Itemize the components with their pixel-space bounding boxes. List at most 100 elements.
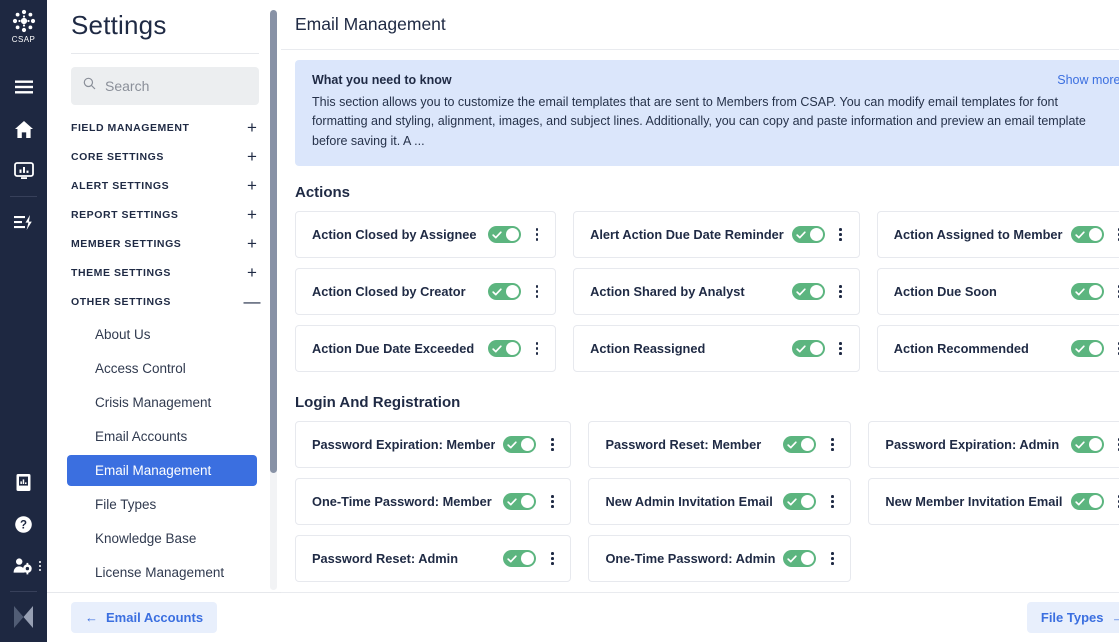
template-enabled-toggle[interactable] <box>488 340 521 357</box>
more-options-icon[interactable] <box>833 224 849 246</box>
template-card[interactable]: Action Closed by Assignee <box>295 211 556 258</box>
sidebar-group-field-management[interactable]: FIELD MANAGEMENT + <box>47 113 281 142</box>
template-card[interactable]: Action Assigned to Member <box>877 211 1119 258</box>
plus-icon[interactable]: + <box>245 206 259 223</box>
app-logo[interactable]: CSAP <box>11 8 37 44</box>
more-options-icon[interactable] <box>529 281 545 303</box>
template-enabled-toggle[interactable] <box>783 493 816 510</box>
template-card[interactable]: New Member Invitation Email <box>868 478 1119 525</box>
template-enabled-toggle[interactable] <box>792 340 825 357</box>
template-enabled-toggle[interactable] <box>1071 283 1104 300</box>
template-enabled-toggle[interactable] <box>488 226 521 243</box>
more-options-icon[interactable] <box>529 338 545 360</box>
user-settings-more-icon[interactable] <box>39 561 41 571</box>
template-card[interactable]: Password Reset: Member <box>588 421 851 468</box>
more-options-icon[interactable] <box>824 491 840 513</box>
template-card[interactable]: One-Time Password: Admin <box>588 535 851 582</box>
sidebar-group-theme-settings[interactable]: THEME SETTINGS + <box>47 258 281 287</box>
template-enabled-toggle[interactable] <box>783 436 816 453</box>
more-options-icon[interactable] <box>1112 224 1119 246</box>
template-card-label: Action Due Date Exceeded <box>312 341 480 356</box>
more-options-icon[interactable] <box>544 491 560 513</box>
toggle-knob <box>1089 342 1102 355</box>
more-options-icon[interactable] <box>833 338 849 360</box>
toggle-knob <box>506 342 519 355</box>
template-card-label: One-Time Password: Admin <box>605 551 775 566</box>
template-card[interactable]: Action Due Date Exceeded <box>295 325 556 372</box>
template-card[interactable]: One-Time Password: Member <box>295 478 571 525</box>
template-card[interactable]: Password Expiration: Admin <box>868 421 1119 468</box>
more-options-icon[interactable] <box>833 281 849 303</box>
settings-scrollbar[interactable] <box>270 10 277 590</box>
sidebar-item-crisis-management[interactable]: Crisis Management <box>67 387 257 418</box>
sidebar-item-file-types[interactable]: File Types <box>67 489 257 520</box>
plus-icon[interactable]: + <box>245 119 259 136</box>
sidebar-item-email-accounts[interactable]: Email Accounts <box>67 421 257 452</box>
sidebar-group-alert-settings[interactable]: ALERT SETTINGS + <box>47 171 281 200</box>
plus-icon[interactable]: + <box>245 148 259 165</box>
more-options-icon[interactable] <box>544 434 560 456</box>
template-enabled-toggle[interactable] <box>1071 436 1104 453</box>
more-options-icon[interactable] <box>544 548 560 570</box>
sidebar-item-knowledge-base[interactable]: Knowledge Base <box>67 523 257 554</box>
more-options-icon[interactable] <box>1112 281 1119 303</box>
check-icon <box>1075 230 1085 240</box>
template-enabled-toggle[interactable] <box>1071 340 1104 357</box>
plus-icon[interactable]: + <box>245 177 259 194</box>
minus-icon[interactable]: — <box>245 293 259 310</box>
template-card[interactable]: Password Expiration: Member <box>295 421 571 468</box>
template-enabled-toggle[interactable] <box>783 550 816 567</box>
sidebar-group-member-settings[interactable]: MEMBER SETTINGS + <box>47 229 281 258</box>
template-card[interactable]: Action Due Soon <box>877 268 1119 315</box>
more-options-icon[interactable] <box>824 434 840 456</box>
user-settings-icon[interactable] <box>0 545 47 587</box>
sidebar-group-core-settings[interactable]: CORE SETTINGS + <box>47 142 281 171</box>
settings-scrollbar-thumb[interactable] <box>270 10 277 473</box>
template-enabled-toggle[interactable] <box>503 493 536 510</box>
page-title: Settings <box>47 0 281 53</box>
sidebar-item-access-control[interactable]: Access Control <box>67 353 257 384</box>
sidebar-group-other-settings[interactable]: OTHER SETTINGS — <box>47 287 281 316</box>
sidebar-item-license-management[interactable]: License Management <box>67 557 257 588</box>
template-enabled-toggle[interactable] <box>792 283 825 300</box>
toggle-knob <box>521 438 534 451</box>
plus-icon[interactable]: + <box>245 264 259 281</box>
template-enabled-toggle[interactable] <box>792 226 825 243</box>
template-enabled-toggle[interactable] <box>503 550 536 567</box>
plus-icon[interactable]: + <box>245 235 259 252</box>
info-banner-title: What you need to know <box>312 73 452 87</box>
brand-mark-icon[interactable] <box>0 596 47 638</box>
more-options-icon[interactable] <box>1112 338 1119 360</box>
search-box[interactable] <box>71 67 259 105</box>
next-page-button[interactable]: File Types → <box>1027 602 1119 633</box>
show-more-link[interactable]: Show more <box>1057 73 1119 87</box>
sidebar-item-email-management[interactable]: Email Management <box>67 455 257 486</box>
template-card[interactable]: Action Closed by Creator <box>295 268 556 315</box>
sidebar-item-about-us[interactable]: About Us <box>67 319 257 350</box>
more-options-icon[interactable] <box>529 224 545 246</box>
activity-feed-icon[interactable] <box>0 201 47 243</box>
search-input[interactable] <box>103 77 247 95</box>
help-circle-icon[interactable]: ? <box>0 503 47 545</box>
template-card[interactable]: Password Reset: Admin <box>295 535 571 582</box>
template-enabled-toggle[interactable] <box>1071 226 1104 243</box>
template-enabled-toggle[interactable] <box>1071 493 1104 510</box>
template-card[interactable]: Action Recommended <box>877 325 1119 372</box>
menu-icon[interactable] <box>0 66 47 108</box>
more-options-icon[interactable] <box>1112 491 1119 513</box>
home-icon[interactable] <box>0 108 47 150</box>
template-enabled-toggle[interactable] <box>488 283 521 300</box>
template-card-label: New Admin Invitation Email <box>605 494 775 509</box>
template-card[interactable]: Action Reassigned <box>573 325 860 372</box>
template-enabled-toggle[interactable] <box>503 436 536 453</box>
more-options-icon[interactable] <box>1112 434 1119 456</box>
template-card[interactable]: Action Shared by Analyst <box>573 268 860 315</box>
book-icon[interactable] <box>0 461 47 503</box>
sidebar-group-report-settings[interactable]: REPORT SETTINGS + <box>47 200 281 229</box>
template-card-label: Alert Action Due Date Reminder <box>590 227 784 242</box>
template-card[interactable]: Alert Action Due Date Reminder <box>573 211 860 258</box>
previous-page-button[interactable]: ← Email Accounts <box>71 602 217 633</box>
dashboard-monitor-icon[interactable] <box>0 150 47 192</box>
template-card[interactable]: New Admin Invitation Email <box>588 478 851 525</box>
more-options-icon[interactable] <box>824 548 840 570</box>
